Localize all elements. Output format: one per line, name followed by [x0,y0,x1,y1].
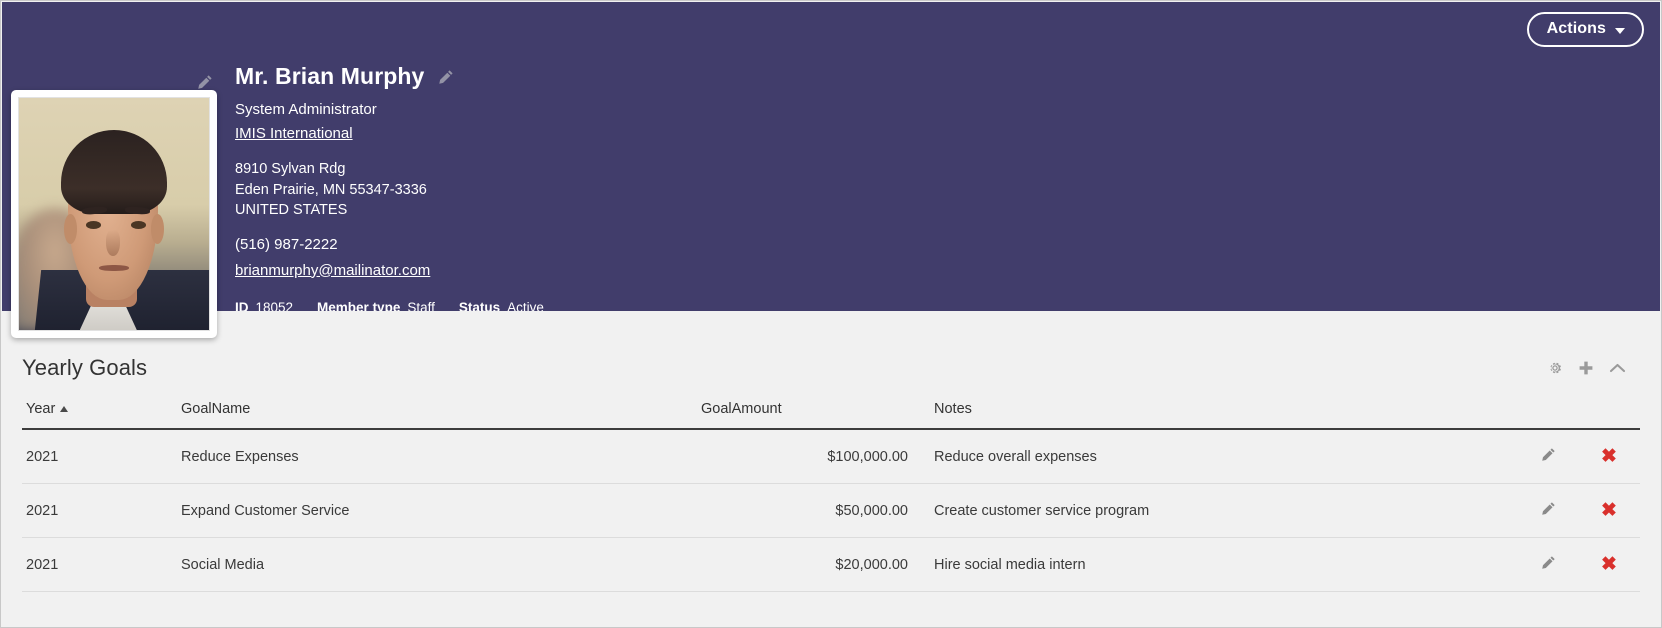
cell-edit [1518,429,1578,484]
table-body: 2021 Reduce Expenses $100,000.00 Reduce … [22,429,1640,592]
column-header-goalamount[interactable]: GoalAmount [697,395,912,430]
pencil-icon[interactable] [438,69,454,85]
profile-photo-card[interactable] [11,90,217,338]
column-header-year-label: Year [26,401,56,417]
column-header-edit [1518,395,1578,430]
profile-page: Actions Mr. Brian Murphy System Administ… [0,0,1662,628]
table-row[interactable]: 2021 Reduce Expenses $100,000.00 Reduce … [22,429,1640,484]
delete-x-icon[interactable]: ✖ [1601,501,1617,520]
address-line-1: 8910 Sylvan Rdg [235,161,346,178]
cell-notes: Hire social media intern [912,537,1518,592]
cell-goalamount: $50,000.00 [697,483,912,538]
cell-notes: Create customer service program [912,483,1518,538]
chevron-up-icon[interactable] [1609,361,1626,375]
column-header-notes[interactable]: Notes [912,395,1518,430]
cell-goalname: Social Media [177,537,697,592]
email-link[interactable]: brianmurphy@mailinator.com [235,262,430,279]
cell-delete: ✖ [1578,429,1640,484]
profile-photo [18,97,210,331]
profile-details: Mr. Brian Murphy System Administrator IM… [235,63,544,314]
table-row[interactable]: 2021 Social Media $20,000.00 Hire social… [22,537,1640,592]
pencil-icon[interactable] [1541,502,1556,520]
cell-goalname: Expand Customer Service [177,483,697,538]
cell-year: 2021 [22,483,177,538]
name-row: Mr. Brian Murphy [235,63,544,89]
cell-year: 2021 [22,537,177,592]
cell-notes: Reduce overall expenses [912,429,1518,484]
actions-button-label: Actions [1546,20,1606,37]
plus-icon[interactable] [1578,360,1594,376]
pencil-icon[interactable] [197,74,213,90]
panel-header: Yearly Goals [22,311,1640,395]
sort-ascending-icon [60,406,69,412]
address-line-3: UNITED STATES [235,202,348,219]
table-row[interactable]: 2021 Expand Customer Service $50,000.00 … [22,483,1640,538]
pencil-icon[interactable] [1541,556,1556,574]
address-line-2: Eden Prairie, MN 55347-3336 [235,181,427,198]
gear-icon[interactable] [1547,360,1563,376]
yearly-goals-panel: Yearly Goals Year GoalName GoalAmount No… [2,311,1660,592]
job-title: System Administrator [235,101,377,119]
panel-toolbar [1547,360,1640,376]
cell-edit [1518,537,1578,592]
page-title: Mr. Brian Murphy [235,63,425,89]
delete-x-icon[interactable]: ✖ [1601,447,1617,466]
column-header-delete [1578,395,1640,430]
chevron-down-icon [1615,27,1625,34]
organization-link[interactable]: IMIS International [235,125,353,142]
column-header-year[interactable]: Year [22,395,177,430]
cell-goalamount: $100,000.00 [697,429,912,484]
delete-x-icon[interactable]: ✖ [1601,555,1617,574]
cell-year: 2021 [22,429,177,484]
cell-delete: ✖ [1578,483,1640,538]
panel-title: Yearly Goals [22,355,148,380]
table-header: Year GoalName GoalAmount Notes [22,395,1640,430]
profile-header: Actions Mr. Brian Murphy System Administ… [2,2,1660,338]
table-header-row: Year GoalName GoalAmount Notes [22,395,1640,430]
column-header-goalname[interactable]: GoalName [177,395,697,430]
phone-number: (516) 987-2222 [235,235,338,253]
actions-button[interactable]: Actions [1526,12,1644,47]
address-block: 8910 Sylvan Rdg Eden Prairie, MN 55347-3… [235,159,544,221]
actions-menu-container: Actions [1526,12,1644,47]
yearly-goals-table: Year GoalName GoalAmount Notes 2021 Redu… [22,395,1640,592]
cell-goalamount: $20,000.00 [697,537,912,592]
cell-edit [1518,483,1578,538]
pencil-icon[interactable] [1541,448,1556,466]
cell-delete: ✖ [1578,537,1640,592]
cell-goalname: Reduce Expenses [177,429,697,484]
